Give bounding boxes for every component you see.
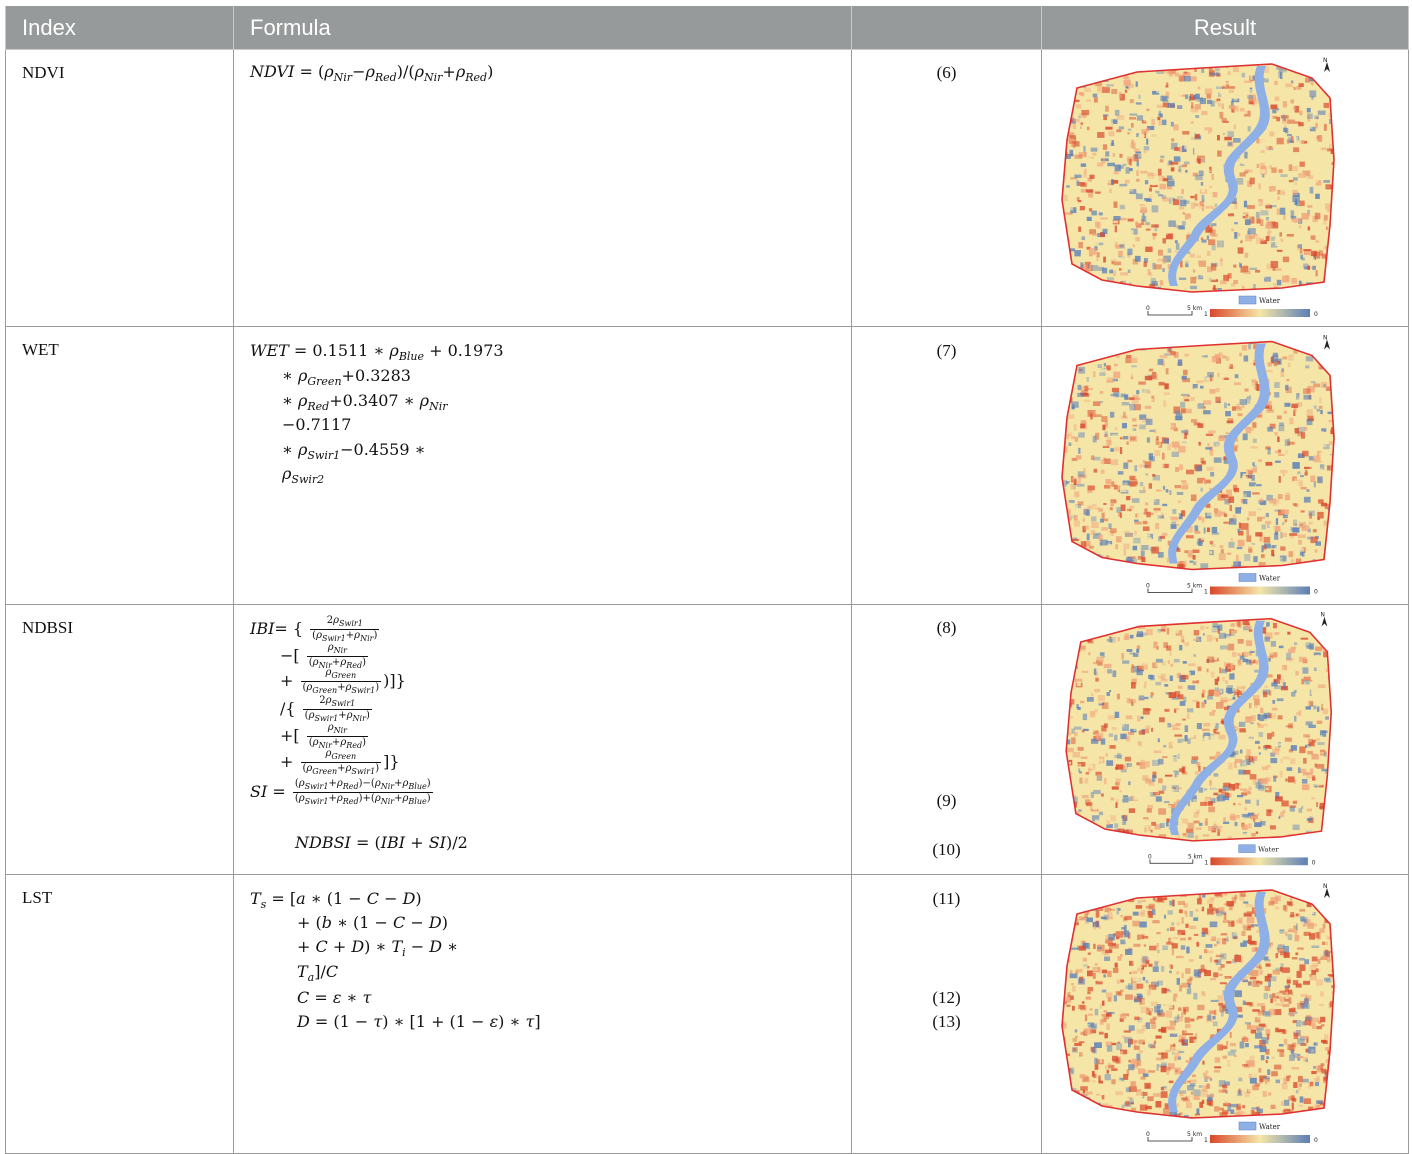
index-name: NDVI [5, 49, 234, 327]
formula-wet-line-3: ∗ ρRed+0.3407 ∗ ρNir [282, 391, 448, 414]
index-table: Index Formula Result NDVI NDVI = (ρNir−ρ… [5, 6, 1409, 1154]
index-name: WET [5, 326, 234, 605]
result-cell: N Water 0 5 km 1 0 [1041, 604, 1409, 875]
formula-wet-line-4: −0.7117 [282, 415, 352, 434]
color-ramp: 10 [1204, 1135, 1318, 1144]
header-index: Index [5, 6, 234, 50]
svg-text:5 km: 5 km [1188, 854, 1203, 860]
map-area [1061, 340, 1335, 571]
svg-text:0: 0 [1148, 854, 1152, 860]
equation-number: (13) [932, 1012, 961, 1031]
result-cell: N Water 0 5 km 1 0 [1041, 49, 1409, 327]
header-result: Result [1041, 6, 1409, 50]
eqno-cell: (6) [851, 49, 1042, 327]
equation-number: (9) [936, 791, 957, 810]
eqno-cell: (11) (12) (13) [851, 874, 1042, 1154]
formula-cell: NDVI = (ρNir−ρRed)/(ρNir+ρRed) [233, 49, 852, 327]
formula-lst-line-4: Ta]/C [297, 962, 339, 985]
svg-text:0: 0 [1314, 311, 1318, 318]
result-cell: N Water 0 5 km 1 0 [1041, 874, 1409, 1154]
formula-ndvi: NDVI = (ρNir−ρRed)/(ρNir+ρRed) [250, 62, 494, 85]
table-row-ndvi: NDVI NDVI = (ρNir−ρRed)/(ρNir+ρRed) (6) … [5, 49, 1409, 327]
equation-number: (11) [932, 889, 961, 908]
legend-water: Water [1238, 1121, 1281, 1131]
svg-text:0: 0 [1312, 860, 1316, 866]
map-area [1065, 617, 1333, 842]
equation-number: (12) [932, 988, 961, 1007]
svg-text:N: N [1323, 57, 1328, 64]
color-ramp: 10 [1204, 586, 1318, 596]
result-map-ndbsi: NWater0 5 km1 0 [1065, 613, 1333, 866]
legend-water: Water [1238, 573, 1281, 583]
result-map-lst: N Water 0 5 km1 0 [1061, 883, 1335, 1144]
color-ramp: 10 [1204, 309, 1318, 318]
equation-number: (10) [932, 840, 961, 859]
header-row: Index Formula Result [5, 6, 1409, 50]
scale-bar: 0 5 km [1146, 305, 1202, 316]
svg-text:0: 0 [1146, 305, 1150, 312]
north-arrow-icon: N [1323, 883, 1330, 898]
index-name: NDBSI [5, 604, 234, 875]
svg-text:Water: Water [1258, 846, 1279, 854]
formula-wet-line-2: ∗ ρGreen+0.3283 [282, 366, 411, 389]
formula-ibi-line-4: /{ 2ρSwir1 (ρSwir1+ρNir) [280, 695, 372, 723]
formula-wet-line-6: ρSwir2 [282, 464, 325, 487]
table-row-ndbsi: NDBSI IBI= { 2ρSwir1 (ρSwir1+ρNir) −[ ρNi… [5, 604, 1409, 875]
legend-water: Water [1238, 295, 1281, 305]
svg-text:Water: Water [1259, 575, 1281, 583]
table-row-lst: LST Ts = [a ∗ (1 − C − D) + (b ∗ (1 − C … [5, 874, 1409, 1154]
formula-c: C = ε ∗ τ [297, 988, 372, 1007]
legend-water: Water [1238, 844, 1279, 854]
header-formula: Formula [233, 6, 852, 50]
color-ramp: 10 [1205, 857, 1316, 866]
svg-text:1: 1 [1204, 311, 1208, 318]
svg-text:N: N [1323, 335, 1328, 342]
svg-text:Water: Water [1259, 297, 1281, 305]
scale-bar: 0 5 km [1146, 583, 1202, 593]
formula-ibi-line-5: +[ ρNir (ρNir+ρRed) [280, 722, 368, 750]
index-name: LST [5, 874, 234, 1154]
equation-number: (7) [936, 341, 957, 360]
header-eqno [851, 6, 1042, 50]
svg-text:5 km: 5 km [1187, 305, 1202, 312]
result-cell: N Water 0 5 km 1 0 [1041, 326, 1409, 605]
equation-number: (6) [936, 63, 957, 82]
svg-text:1: 1 [1205, 860, 1209, 866]
formula-si: SI = (ρSwir1+ρRed)−(ρNir+ρBlue) (ρSwir1+ρ… [250, 778, 433, 806]
formula-cell: WET = 0.1511 ∗ ρBlue + 0.1973 ∗ ρGreen+0… [233, 326, 852, 605]
formula-d: D = (1 − τ) ∗ [1 + (1 − ε) ∗ τ] [297, 1012, 541, 1031]
formula-wet-line-1: WET = 0.1511 ∗ ρBlue + 0.1973 [250, 341, 504, 364]
formula-lst-line-1: Ts = [a ∗ (1 − C − D) [250, 889, 422, 912]
scale-bar: 0 5 km [1148, 854, 1203, 864]
eqno-cell: (7) [851, 326, 1042, 605]
formula-cell: Ts = [a ∗ (1 − C − D) + (b ∗ (1 − C − D)… [233, 874, 852, 1154]
north-arrow-icon: N [1323, 57, 1330, 72]
formula-wet-line-5: ∗ ρSwir1−0.4559 ∗ [282, 440, 426, 463]
result-map-ndvi: NWater0 5 km1 0 [1061, 57, 1335, 318]
north-arrow-icon: N [1323, 335, 1330, 350]
formula-lst-line-3: + C + D) ∗ Ti − D ∗ [297, 937, 459, 960]
north-arrow-icon: N [1321, 613, 1328, 627]
svg-text:0: 0 [1146, 583, 1150, 590]
formula-ibi-line-6: + ρGreen (ρGreen+ρSwir1)]} [280, 748, 400, 776]
scale-bar: 05 km [1146, 1131, 1202, 1142]
svg-text:0: 0 [1314, 589, 1318, 596]
table-row-wet: WET WET = 0.1511 ∗ ρBlue + 0.1973 ∗ ρGre… [5, 326, 1409, 605]
svg-text:5 km: 5 km [1187, 583, 1202, 590]
formula-ndbsi: NDBSI = (IBI + SI)/2 [295, 833, 468, 852]
result-map-wet: NWater0 5 km1 0 [1061, 335, 1335, 596]
formula-ibi-line-1: IBI= { 2ρSwir1 (ρSwir1+ρNir) [250, 615, 380, 643]
equation-number: (8) [936, 618, 957, 637]
map-area [1061, 889, 1335, 1119]
formula-cell: IBI= { 2ρSwir1 (ρSwir1+ρNir) −[ ρNir (ρNir… [233, 604, 852, 875]
formula-lst-line-2: + (b ∗ (1 − C − D) [297, 913, 448, 932]
map-area [1061, 63, 1335, 293]
formula-ibi-line-3: + ρGreen (ρGreen+ρSwir1))]} [280, 667, 406, 695]
svg-text:N: N [1321, 613, 1325, 619]
eqno-cell: (8) (9) (10) [851, 604, 1042, 875]
svg-text:1: 1 [1204, 589, 1208, 596]
